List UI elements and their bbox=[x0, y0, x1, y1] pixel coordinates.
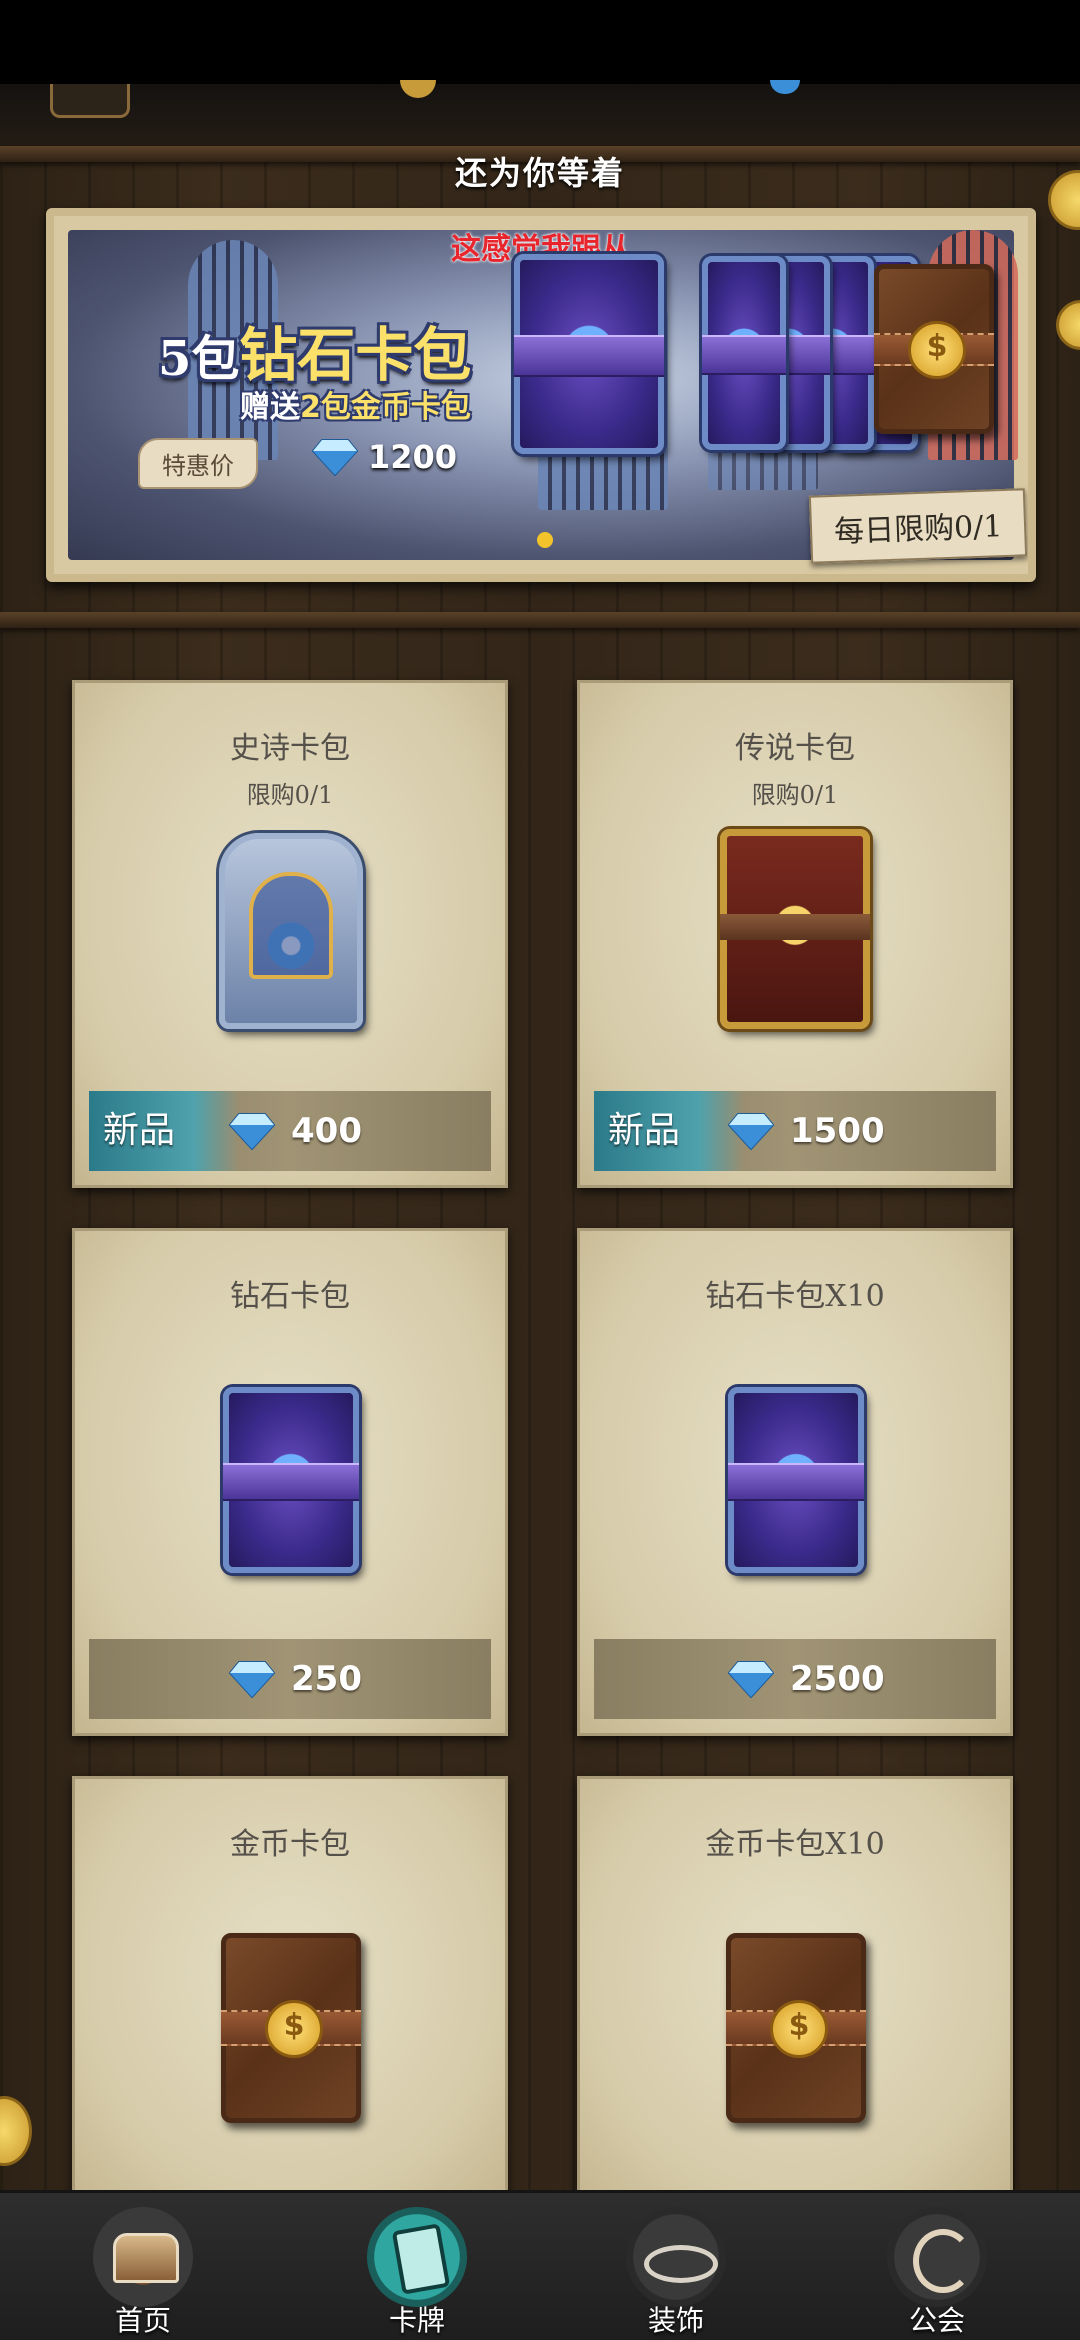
nav-label: 卡牌 bbox=[388, 2304, 445, 2337]
diamond-pack-art bbox=[728, 1387, 864, 1573]
product-name: 金币卡包X10 bbox=[705, 1827, 885, 1862]
carousel-indicator[interactable] bbox=[537, 532, 553, 548]
product-name: 钻石卡包X10 bbox=[705, 1279, 885, 1314]
banner-price: 1200 bbox=[312, 438, 457, 476]
product-price: 2500 bbox=[728, 1639, 885, 1719]
diamond-pack-art bbox=[223, 1387, 359, 1573]
promo-banner[interactable]: 这感觉我跟从 5包钻石卡包 赠送2包金币卡包 特惠价 1200 每日限购0/1 bbox=[46, 208, 1036, 582]
product-limit: 限购0/1 bbox=[246, 781, 334, 809]
product-name: 史诗卡包 bbox=[230, 731, 350, 766]
price-bar[interactable]: 新品 400 bbox=[89, 1091, 491, 1171]
nav-home[interactable]: 首页 bbox=[8, 2193, 278, 2340]
gold-pack-art bbox=[874, 264, 994, 434]
price-bar[interactable]: 新品 1500 bbox=[594, 1091, 996, 1171]
lantern-icon bbox=[50, 84, 130, 118]
gold-coin-icon bbox=[400, 80, 436, 98]
bottom-nav: 首页 卡牌 装饰 公会 bbox=[0, 2190, 1080, 2340]
nav-guild[interactable]: 公会 bbox=[802, 2193, 1072, 2340]
product-card[interactable]: 金币卡包 bbox=[72, 1776, 508, 2206]
diamond-icon bbox=[770, 80, 800, 94]
waiting-text: 还为你等着 bbox=[454, 154, 625, 192]
new-badge: 新品 bbox=[594, 1091, 744, 1171]
price-bar[interactable]: 250 bbox=[89, 1639, 491, 1719]
price-value: 250 bbox=[291, 1659, 362, 1699]
diamond-icon bbox=[728, 1112, 774, 1150]
diamond-icon bbox=[229, 1112, 275, 1150]
nav-label: 公会 bbox=[908, 2304, 965, 2337]
nav-label: 首页 bbox=[114, 2304, 171, 2337]
diamond-icon bbox=[728, 1660, 774, 1698]
banner-title-text: 钻石卡包 bbox=[239, 321, 472, 389]
product-price: 1500 bbox=[728, 1091, 885, 1171]
cards-icon bbox=[367, 2207, 467, 2307]
product-name: 钻石卡包 bbox=[230, 1279, 350, 1314]
product-card[interactable]: 金币卡包X10 bbox=[577, 1776, 1013, 2206]
banner-title: 5包钻石卡包 bbox=[158, 308, 471, 392]
decoration-icon bbox=[626, 2207, 726, 2307]
diamond-pack-art bbox=[702, 256, 786, 450]
product-name: 传说卡包 bbox=[735, 731, 855, 766]
product-limit: 限购0/1 bbox=[751, 781, 839, 809]
deal-tag: 特惠价 bbox=[138, 438, 258, 489]
banner-sub-gold: 金币卡包 bbox=[350, 390, 471, 425]
product-card[interactable]: 钻石卡包X10 2500 bbox=[577, 1228, 1013, 1736]
banner-sub-num: 2包 bbox=[300, 390, 351, 425]
price-value: 400 bbox=[291, 1111, 362, 1151]
price-bar[interactable]: 2500 bbox=[594, 1639, 996, 1719]
price-value: 1500 bbox=[790, 1111, 885, 1151]
status-bar bbox=[0, 0, 1080, 84]
banner-title-count: 5包 bbox=[158, 331, 240, 387]
product-card[interactable]: 史诗卡包 限购0/1 新品 400 bbox=[72, 680, 508, 1188]
diamond-pack-art bbox=[514, 254, 664, 454]
banner-price-value: 1200 bbox=[368, 438, 458, 476]
product-card[interactable]: 传说卡包 限购0/1 新品 1500 bbox=[577, 680, 1013, 1188]
legendary-pack-art bbox=[720, 829, 870, 1029]
diamond-icon bbox=[312, 438, 358, 476]
nav-label: 装饰 bbox=[647, 2304, 704, 2337]
guild-icon bbox=[887, 2207, 987, 2307]
banner-sub-prefix: 赠送 bbox=[240, 390, 300, 425]
banner-subtitle: 赠送2包金币卡包 bbox=[240, 382, 471, 426]
product-name: 金币卡包 bbox=[230, 1827, 350, 1862]
product-price: 400 bbox=[229, 1091, 362, 1171]
product-card[interactable]: 钻石卡包 250 bbox=[72, 1228, 508, 1736]
nav-cards[interactable]: 卡牌 bbox=[282, 2193, 552, 2340]
diamond-icon bbox=[229, 1660, 275, 1698]
product-price: 250 bbox=[229, 1639, 362, 1719]
treasure-chest-icon bbox=[93, 2207, 193, 2307]
daily-limit-tag: 每日限购0/1 bbox=[808, 488, 1028, 564]
new-badge: 新品 bbox=[89, 1091, 239, 1171]
wood-beam bbox=[0, 612, 1080, 628]
gold-pack-art bbox=[726, 1933, 866, 2123]
top-resource-strip bbox=[0, 80, 1080, 146]
price-value: 2500 bbox=[790, 1659, 885, 1699]
gold-pack-art bbox=[221, 1933, 361, 2123]
epic-pack-art bbox=[219, 833, 363, 1029]
nav-decoration[interactable]: 装饰 bbox=[541, 2193, 811, 2340]
